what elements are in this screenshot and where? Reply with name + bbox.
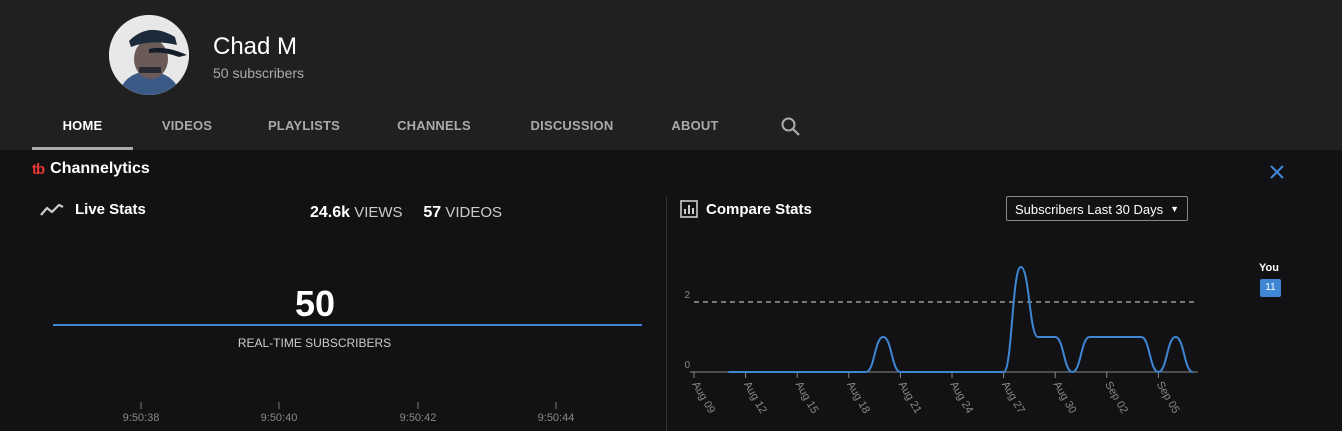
realtime-subscriber-line: [53, 324, 642, 326]
compare-stats-label: Compare Stats: [706, 200, 812, 218]
caret-down-icon: ▼: [1170, 204, 1179, 214]
time-tick-label: 9:50:42: [400, 412, 437, 424]
channelytics-label: Channelytics: [50, 160, 150, 177]
realtime-subscriber-count: 50: [294, 283, 336, 324]
subscriber-count: 50 subscribers: [213, 65, 305, 81]
tab-discussion[interactable]: DISCUSSION: [501, 106, 643, 147]
channel-name: Chad M: [213, 33, 298, 60]
tubebuddy-logo-icon: tb: [32, 160, 45, 178]
legend-you-label: You: [1259, 262, 1279, 274]
trend-line-icon: [40, 203, 64, 216]
channel-tabs: HOME VIDEOS PLAYLISTS CHANNELS DISCUSSIO…: [32, 106, 747, 150]
time-tick-label: 9:50:44: [538, 412, 575, 424]
compare-range-select[interactable]: Subscribers Last 30 Days ▼: [1006, 196, 1188, 221]
search-icon[interactable]: [780, 116, 802, 138]
live-stats-title: Live Stats: [39, 201, 146, 218]
close-icon[interactable]: [1268, 163, 1286, 181]
views-value: 24.6k: [310, 204, 351, 221]
compare-range-value: Subscribers Last 30 Days: [1015, 202, 1164, 217]
realtime-time-axis: 9:50:38 9:50:40 9:50:42 9:50:44: [123, 402, 575, 424]
avatar-image: [109, 15, 189, 95]
compare-stats-title: Compare Stats: [680, 200, 812, 218]
live-stats-label: Live Stats: [75, 201, 146, 218]
legend-you-badge: 11: [1260, 279, 1281, 297]
views-videos-stats: 24.6k VIEWS 57 VIDEOS: [310, 204, 502, 222]
realtime-subscribers-label: REAL-TIME SUBSCRIBERS: [237, 336, 392, 350]
tab-playlists[interactable]: PLAYLISTS: [241, 106, 367, 147]
panel-divider: [666, 197, 667, 431]
bar-chart-icon: [680, 200, 698, 218]
channelytics-title: tb Channelytics: [32, 160, 150, 178]
time-tick-label: 9:50:40: [261, 412, 298, 424]
time-tick-label: 9:50:38: [123, 412, 160, 424]
views-label: VIEWS: [354, 204, 403, 221]
tab-channels[interactable]: CHANNELS: [367, 106, 501, 147]
tab-about[interactable]: ABOUT: [643, 106, 747, 147]
tab-videos[interactable]: VIDEOS: [133, 106, 241, 147]
tab-home[interactable]: HOME: [32, 106, 133, 150]
videos-label: VIDEOS: [445, 204, 503, 221]
videos-value: 57: [423, 204, 442, 221]
channel-avatar[interactable]: [109, 15, 189, 95]
